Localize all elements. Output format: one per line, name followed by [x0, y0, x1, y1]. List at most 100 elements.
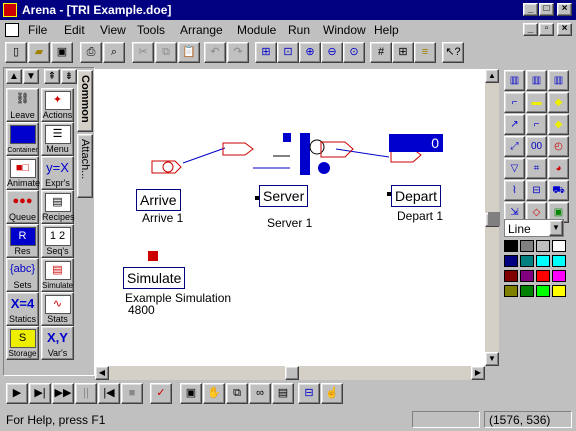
- variable-icon[interactable]: 00: [526, 136, 547, 157]
- scroll-up-icon[interactable]: ▲: [485, 69, 499, 83]
- line-style-select[interactable]: Line ▼: [504, 219, 564, 237]
- pie-icon[interactable]: ◕: [548, 158, 569, 179]
- break-icon[interactable]: ✋: [203, 383, 225, 404]
- doc-minimize-button[interactable]: _: [523, 23, 538, 36]
- color-swatch[interactable]: [552, 285, 566, 297]
- new-file-icon[interactable]: ▯: [5, 42, 27, 63]
- bar-chart-alt-icon[interactable]: ▥: [526, 70, 547, 91]
- menu-module[interactable]: Module: [237, 23, 276, 37]
- print-icon[interactable]: ⎙: [80, 42, 102, 63]
- start-over-icon[interactable]: |◀: [98, 383, 120, 404]
- route-icon[interactable]: ↗: [504, 114, 525, 135]
- color-swatch[interactable]: [520, 240, 534, 252]
- stop-icon[interactable]: ■: [121, 383, 143, 404]
- transporter-icon[interactable]: ⛟: [548, 180, 569, 201]
- color-swatch[interactable]: [536, 270, 550, 282]
- container-button[interactable]: Container: [6, 122, 39, 156]
- horizontal-scroll-thumb[interactable]: [285, 366, 299, 380]
- layers-icon[interactable]: ≡: [414, 42, 436, 63]
- animate-button[interactable]: ■□ Animate: [6, 156, 40, 190]
- go-icon[interactable]: ▶: [6, 383, 28, 404]
- station-icon[interactable]: ⌐: [526, 114, 547, 135]
- close-button[interactable]: ×: [557, 3, 572, 16]
- scroll-left-icon[interactable]: ◀: [95, 366, 109, 380]
- color-swatch[interactable]: [520, 270, 534, 282]
- color-swatch[interactable]: [536, 285, 550, 297]
- sets-button[interactable]: {abc} Sets: [6, 258, 39, 292]
- simulate-button[interactable]: ▤ Simulate: [41, 258, 74, 292]
- check-model-icon[interactable]: ✓: [150, 383, 172, 404]
- model-canvas[interactable]: Arrive Arrive 1 Server Server 1 0 Depart…: [95, 69, 485, 366]
- document-icon[interactable]: [5, 23, 19, 37]
- command-icon[interactable]: ▣: [180, 383, 202, 404]
- network-icon[interactable]: ⌗: [526, 158, 547, 179]
- color-swatch[interactable]: [552, 255, 566, 267]
- color-swatch[interactable]: [552, 240, 566, 252]
- storage-draw-icon[interactable]: ◆: [548, 114, 569, 135]
- bar-chart-icon[interactable]: ▥: [504, 70, 525, 91]
- save-icon[interactable]: ▣: [51, 42, 73, 63]
- panel-down-icon[interactable]: ▼: [23, 69, 39, 84]
- color-swatch[interactable]: [504, 270, 518, 282]
- histogram-icon[interactable]: ▥: [548, 70, 569, 91]
- server-module[interactable]: Server: [259, 185, 309, 207]
- fast-forward-icon[interactable]: ▶▶: [52, 383, 74, 404]
- zoom-all-icon[interactable]: ⊞: [255, 42, 277, 63]
- color-swatch[interactable]: [504, 285, 518, 297]
- menu-tools[interactable]: Tools: [137, 23, 165, 37]
- distance-icon[interactable]: ⤢: [504, 136, 525, 157]
- color-swatch[interactable]: [504, 240, 518, 252]
- arrive-module[interactable]: Arrive: [136, 189, 181, 211]
- leave-button[interactable]: ⛓ Leave: [6, 88, 39, 122]
- color-swatch[interactable]: [504, 255, 518, 267]
- doc-restore-button[interactable]: ▫: [539, 23, 554, 36]
- diamond-icon[interactable]: ◆: [548, 92, 569, 113]
- color-swatch[interactable]: [552, 270, 566, 282]
- copy-icon[interactable]: ⧉: [155, 42, 177, 63]
- hand-icon[interactable]: ☝: [321, 383, 343, 404]
- redo-icon[interactable]: ↷: [227, 42, 249, 63]
- panel-top-icon[interactable]: ⇞: [44, 69, 60, 84]
- statics-button[interactable]: X=4 Statics: [6, 292, 39, 326]
- grid-icon[interactable]: #: [370, 42, 392, 63]
- zoom-out-icon[interactable]: ⊖: [321, 42, 343, 63]
- menu-help[interactable]: Help: [374, 23, 399, 37]
- color-swatch[interactable]: [536, 255, 550, 267]
- clock-icon[interactable]: ◴: [548, 136, 569, 157]
- draw-toolbar-scroll[interactable]: [488, 212, 500, 226]
- app-icon[interactable]: [3, 3, 17, 17]
- view-icon[interactable]: ▤: [272, 383, 294, 404]
- conveyor-icon[interactable]: ⊟: [526, 180, 547, 201]
- queue-draw-icon[interactable]: ⌐: [504, 92, 525, 113]
- horizontal-scrollbar[interactable]: ◀ ▶: [95, 366, 485, 380]
- pause-icon[interactable]: ||: [75, 383, 97, 404]
- scroll-right-icon[interactable]: ▶: [471, 366, 485, 380]
- menu-arrange[interactable]: Arrange: [180, 23, 223, 37]
- zoom-previous-icon[interactable]: ⊙: [343, 42, 365, 63]
- seqs-button[interactable]: 1 2 Seq's: [41, 224, 74, 258]
- panel-bottom-icon[interactable]: ⇟: [61, 69, 77, 84]
- res-button[interactable]: R Res: [6, 224, 39, 258]
- menu-edit[interactable]: Edit: [64, 23, 85, 37]
- zoom-fit-icon[interactable]: ⊡: [277, 42, 299, 63]
- queue-button[interactable]: ●●● Queue: [6, 190, 39, 224]
- plot-icon[interactable]: ⌇: [504, 180, 525, 201]
- menu-run[interactable]: Run: [288, 23, 310, 37]
- zoom-in-icon[interactable]: ⊕: [299, 42, 321, 63]
- glasses-icon[interactable]: ∞: [249, 383, 271, 404]
- step-icon[interactable]: ▶|: [29, 383, 51, 404]
- open-folder-icon[interactable]: ▰: [28, 42, 50, 63]
- simulate-module[interactable]: Simulate: [123, 267, 186, 289]
- storage-button[interactable]: S Storage: [6, 326, 39, 360]
- stats-button[interactable]: ∿ Stats: [41, 292, 74, 326]
- doc-close-button[interactable]: ×: [557, 23, 572, 36]
- context-help-icon[interactable]: ↖?: [442, 42, 464, 63]
- snap-icon[interactable]: ⊞: [392, 42, 414, 63]
- scroll-down-icon[interactable]: ▼: [485, 352, 499, 366]
- recipes-button[interactable]: ▤ Recipes: [41, 190, 75, 224]
- vars-button[interactable]: X,Y Var's: [41, 326, 74, 360]
- maximize-button[interactable]: □: [539, 3, 554, 16]
- undo-icon[interactable]: ↶: [204, 42, 226, 63]
- actions-button[interactable]: ✦ Actions: [41, 88, 74, 122]
- watch-icon[interactable]: ⧉: [226, 383, 248, 404]
